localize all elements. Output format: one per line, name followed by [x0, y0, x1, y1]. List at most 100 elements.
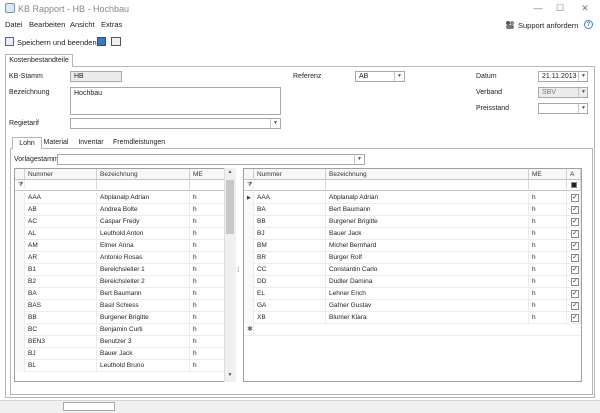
cell-nummer[interactable]: BAS — [25, 300, 97, 312]
menu-extras[interactable]: Extras — [101, 20, 122, 29]
cell-bezeichnung[interactable]: Leuthold Bruno — [97, 360, 190, 372]
bezeichnung-field[interactable]: Hochbau — [70, 87, 281, 115]
active-checkbox[interactable]: ✓ — [571, 194, 579, 202]
active-checkbox[interactable]: ✓ — [571, 206, 579, 214]
chevron-down-icon[interactable]: ▼ — [394, 72, 404, 81]
cell-bezeichnung[interactable]: Dudler Damina — [326, 276, 529, 288]
filter-icon[interactable]: ⧩ — [244, 180, 254, 191]
cell-bezeichnung[interactable]: Constantin Carlo — [326, 264, 529, 276]
cell-nummer[interactable]: AC — [25, 216, 97, 228]
active-checkbox[interactable]: ✓ — [571, 254, 579, 262]
table-row[interactable]: B2 Bereichsleiter 2h — [15, 276, 235, 288]
cell-me[interactable]: h — [529, 276, 567, 288]
cell-bezeichnung[interactable]: Basil Schiess — [97, 300, 190, 312]
table-row[interactable]: BAS Basil Schiess h — [15, 300, 235, 312]
cell-nummer[interactable]: BA — [25, 288, 97, 300]
active-checkbox[interactable]: ✓ — [571, 230, 579, 238]
cell-nummer[interactable]: DD — [254, 276, 326, 288]
table-row[interactable]: AL Leuthold Anton h — [15, 228, 235, 240]
cell-bezeichnung[interactable]: Abplanalp Adrian — [97, 192, 190, 204]
cell-bezeichnung[interactable]: Bert Baumann — [326, 204, 529, 216]
table-row[interactable]: BC Benjamin Curti h — [15, 324, 235, 336]
new-row-icon[interactable]: ✱ — [244, 324, 254, 336]
cell-me[interactable]: h — [190, 324, 225, 336]
table-row[interactable]: AC Caspar Fredy h — [15, 216, 235, 228]
cell-bezeichnung[interactable]: Benutzer 3 — [97, 336, 190, 348]
cell-nummer[interactable]: EL — [254, 288, 326, 300]
active-checkbox[interactable]: ✓ — [571, 218, 579, 226]
cell-me[interactable]: h — [190, 288, 225, 300]
cell-bezeichnung[interactable]: Lehner Erich — [326, 288, 529, 300]
cell-nummer[interactable]: BA — [254, 204, 326, 216]
scroll-down-icon[interactable]: ▼ — [226, 372, 234, 380]
active-checkbox[interactable]: ✓ — [571, 278, 579, 286]
filter-icon[interactable]: ⧩ — [15, 180, 25, 191]
cell-me[interactable]: h — [190, 276, 225, 288]
filter-cell[interactable] — [529, 180, 567, 191]
chevron-down-icon[interactable]: ▼ — [354, 155, 364, 164]
cell-nummer[interactable]: AL — [25, 228, 97, 240]
print-icon[interactable] — [111, 37, 121, 46]
row-indicator[interactable] — [15, 204, 25, 216]
maximize-button[interactable]: ☐ — [549, 2, 571, 15]
row-indicator[interactable] — [15, 252, 25, 264]
column-header-nummer[interactable]: Nummer — [25, 169, 97, 180]
row-indicator[interactable] — [244, 204, 254, 216]
cell-bezeichnung[interactable]: Michel Bernhard — [326, 240, 529, 252]
table-row[interactable]: BJ Bauer Jack h ✓ — [244, 228, 581, 240]
cell-nummer[interactable]: BJ — [25, 348, 97, 360]
row-indicator[interactable] — [15, 228, 25, 240]
filter-cell[interactable] — [254, 180, 326, 191]
cell-nummer[interactable]: BM — [254, 240, 326, 252]
table-row[interactable]: AB Andrea Bolte h — [15, 204, 235, 216]
close-button[interactable]: ✕ — [574, 2, 596, 15]
filter-row[interactable]: ⧩ — [15, 180, 235, 191]
row-indicator[interactable] — [244, 264, 254, 276]
chevron-down-icon[interactable]: ▼ — [578, 104, 588, 113]
tab-fremdleistungen[interactable]: Fremdleistungen — [113, 137, 165, 149]
chevron-down-icon[interactable]: ▼ — [270, 119, 280, 128]
row-indicator[interactable] — [15, 324, 25, 336]
cell-nummer[interactable]: GA — [254, 300, 326, 312]
filter-cell[interactable] — [326, 180, 529, 191]
cell-bezeichnung[interactable]: Burgener Brigitte — [326, 216, 529, 228]
cell-bezeichnung[interactable]: Burgener Brigitte — [97, 312, 190, 324]
filter-row[interactable]: ⧩ — [244, 180, 581, 191]
cell-me[interactable]: h — [190, 360, 225, 372]
table-row[interactable]: AR Antonio Rosas h — [15, 252, 235, 264]
active-cell[interactable]: ✓ — [567, 228, 581, 240]
row-indicator[interactable] — [15, 312, 25, 324]
row-indicator[interactable] — [244, 276, 254, 288]
row-indicator[interactable] — [244, 252, 254, 264]
row-indicator[interactable] — [15, 276, 25, 288]
row-indicator[interactable] — [15, 300, 25, 312]
cell-me[interactable]: h — [529, 240, 567, 252]
tab-material[interactable]: Material — [42, 137, 70, 149]
row-indicator[interactable] — [244, 312, 254, 324]
cell-bezeichnung[interactable]: Bauer Jack — [97, 348, 190, 360]
row-indicator[interactable] — [244, 240, 254, 252]
tab-kostenbestandteile[interactable]: Kostenbestandteile — [5, 54, 73, 67]
cell-bezeichnung[interactable]: Andrea Bolte — [97, 204, 190, 216]
cell-bezeichnung[interactable]: Bereichsleiter 1 — [97, 264, 190, 276]
table-row[interactable]: BB Burgener Brigitte h ✓ — [244, 216, 581, 228]
minimize-button[interactable]: — — [527, 2, 549, 15]
cell-bezeichnung[interactable]: Elmer Anna — [97, 240, 190, 252]
table-row[interactable]: BM Michel Bernhard h ✓ — [244, 240, 581, 252]
row-indicator[interactable] — [15, 264, 25, 276]
active-checkbox[interactable]: ✓ — [571, 266, 579, 274]
disk-icon[interactable] — [97, 37, 106, 46]
cell-me[interactable]: h — [529, 264, 567, 276]
active-cell[interactable]: ✓ — [567, 252, 581, 264]
help-icon[interactable]: ? — [584, 20, 593, 29]
cell-bezeichnung[interactable]: Bert Baumann — [97, 288, 190, 300]
table-row[interactable]: BJ Bauer Jack h — [15, 348, 235, 360]
table-row[interactable]: BB Burgener Brigitte h — [15, 312, 235, 324]
cell-me[interactable]: h — [190, 240, 225, 252]
column-header-me[interactable]: ME — [190, 169, 225, 180]
cell-bezeichnung[interactable]: Bereichsleiter 2 — [97, 276, 190, 288]
cell-bezeichnung[interactable]: Bauer Jack — [326, 228, 529, 240]
active-checkbox[interactable]: ✓ — [571, 302, 579, 310]
cell-me[interactable]: h — [529, 204, 567, 216]
cell-me[interactable]: h — [529, 228, 567, 240]
